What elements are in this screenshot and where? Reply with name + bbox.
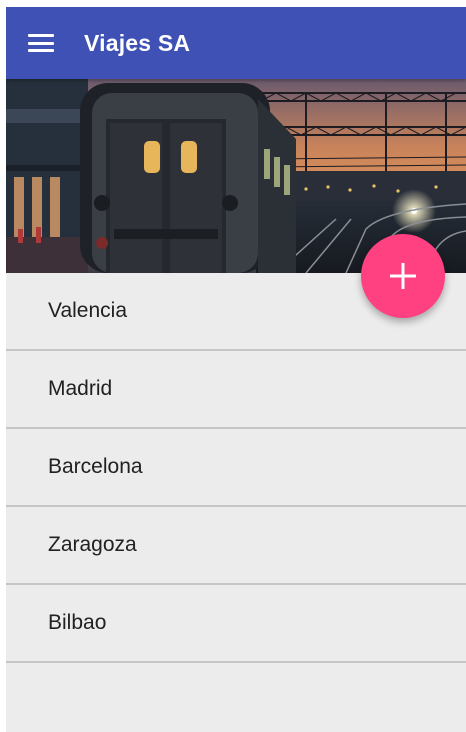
app-bar: Viajes SA (6, 7, 466, 79)
hamburger-menu-icon[interactable] (28, 34, 54, 52)
city-label: Zaragoza (48, 533, 137, 556)
city-label: Madrid (48, 377, 113, 400)
app-title: Viajes SA (84, 29, 191, 56)
plus-icon (390, 263, 416, 289)
city-item-bilbao[interactable]: Bilbao (6, 585, 466, 663)
city-item-zaragoza[interactable]: Zaragoza (6, 507, 466, 585)
city-list: Valencia Madrid Barcelona Zaragoza Bilba… (6, 273, 466, 663)
city-item-barcelona[interactable]: Barcelona (6, 429, 466, 507)
city-item-madrid[interactable]: Madrid (6, 351, 466, 429)
city-label: Bilbao (48, 611, 107, 634)
app-screen: Viajes SA Valencia Madrid Barcelona Zara… (6, 7, 466, 732)
add-city-button[interactable] (361, 234, 445, 318)
city-label: Valencia (48, 299, 127, 322)
city-label: Barcelona (48, 455, 143, 478)
